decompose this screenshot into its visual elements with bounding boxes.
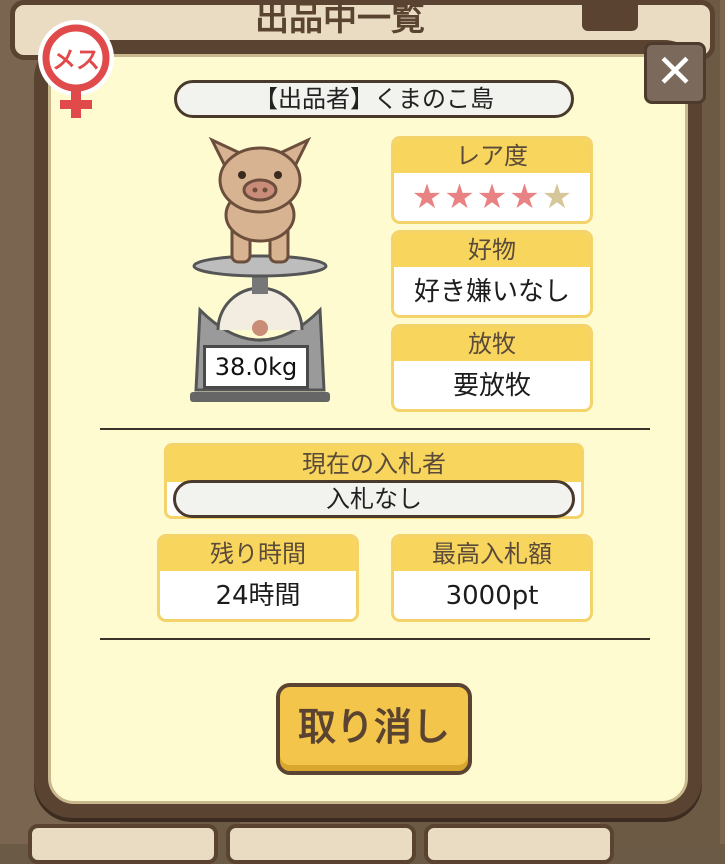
background-title: 出品中一覧 [255,0,425,39]
female-gender-icon: メス [38,20,114,118]
seller-name: 【出品者】くまのこ島 [174,80,574,118]
divider [100,428,650,430]
weight-display: 38.0kg [203,345,309,389]
background-close-icon [582,0,638,31]
background-tab [424,824,614,864]
max-bid-label: 最高入札額 [394,537,590,571]
background-tab [28,824,218,864]
current-bidder-value: 入札なし [173,480,575,518]
background-tab [226,824,416,864]
star-icon: ★ [444,177,475,217]
star-icon: ★ [411,177,443,217]
close-button[interactable]: ✕ [644,42,706,104]
grazing-card: 放牧 要放牧 [391,324,593,412]
divider [100,638,650,640]
rarity-label: レア度 [394,139,590,173]
preference-value: 好き嫌いなし [413,277,570,307]
current-bidder-card: 現在の入札者 入札なし [164,443,584,519]
close-icon: ✕ [655,44,695,98]
time-left-value: 24時間 [215,581,301,611]
star-icon: ★ [476,177,508,217]
time-left-card: 残り時間 24時間 [157,534,359,622]
star-icon: ★ [509,177,540,217]
gender-label: メス [52,46,100,74]
grazing-label: 放牧 [394,327,590,361]
grazing-value: 要放牧 [452,371,531,401]
time-left-label: 残り時間 [160,537,356,571]
rarity-card: レア度 ★ ★ ★ ★ ★ [391,136,593,224]
preference-card: 好物 好き嫌いなし [391,230,593,318]
preference-label: 好物 [394,233,590,267]
cancel-listing-button[interactable]: 取り消し [276,683,472,775]
max-bid-value: 3000pt [445,581,539,611]
current-bidder-label: 現在の入札者 [167,446,581,482]
max-bid-card: 最高入札額 3000pt [391,534,593,622]
rarity-stars: ★ ★ ★ ★ ★ [394,173,590,215]
star-icon: ★ [541,177,573,217]
